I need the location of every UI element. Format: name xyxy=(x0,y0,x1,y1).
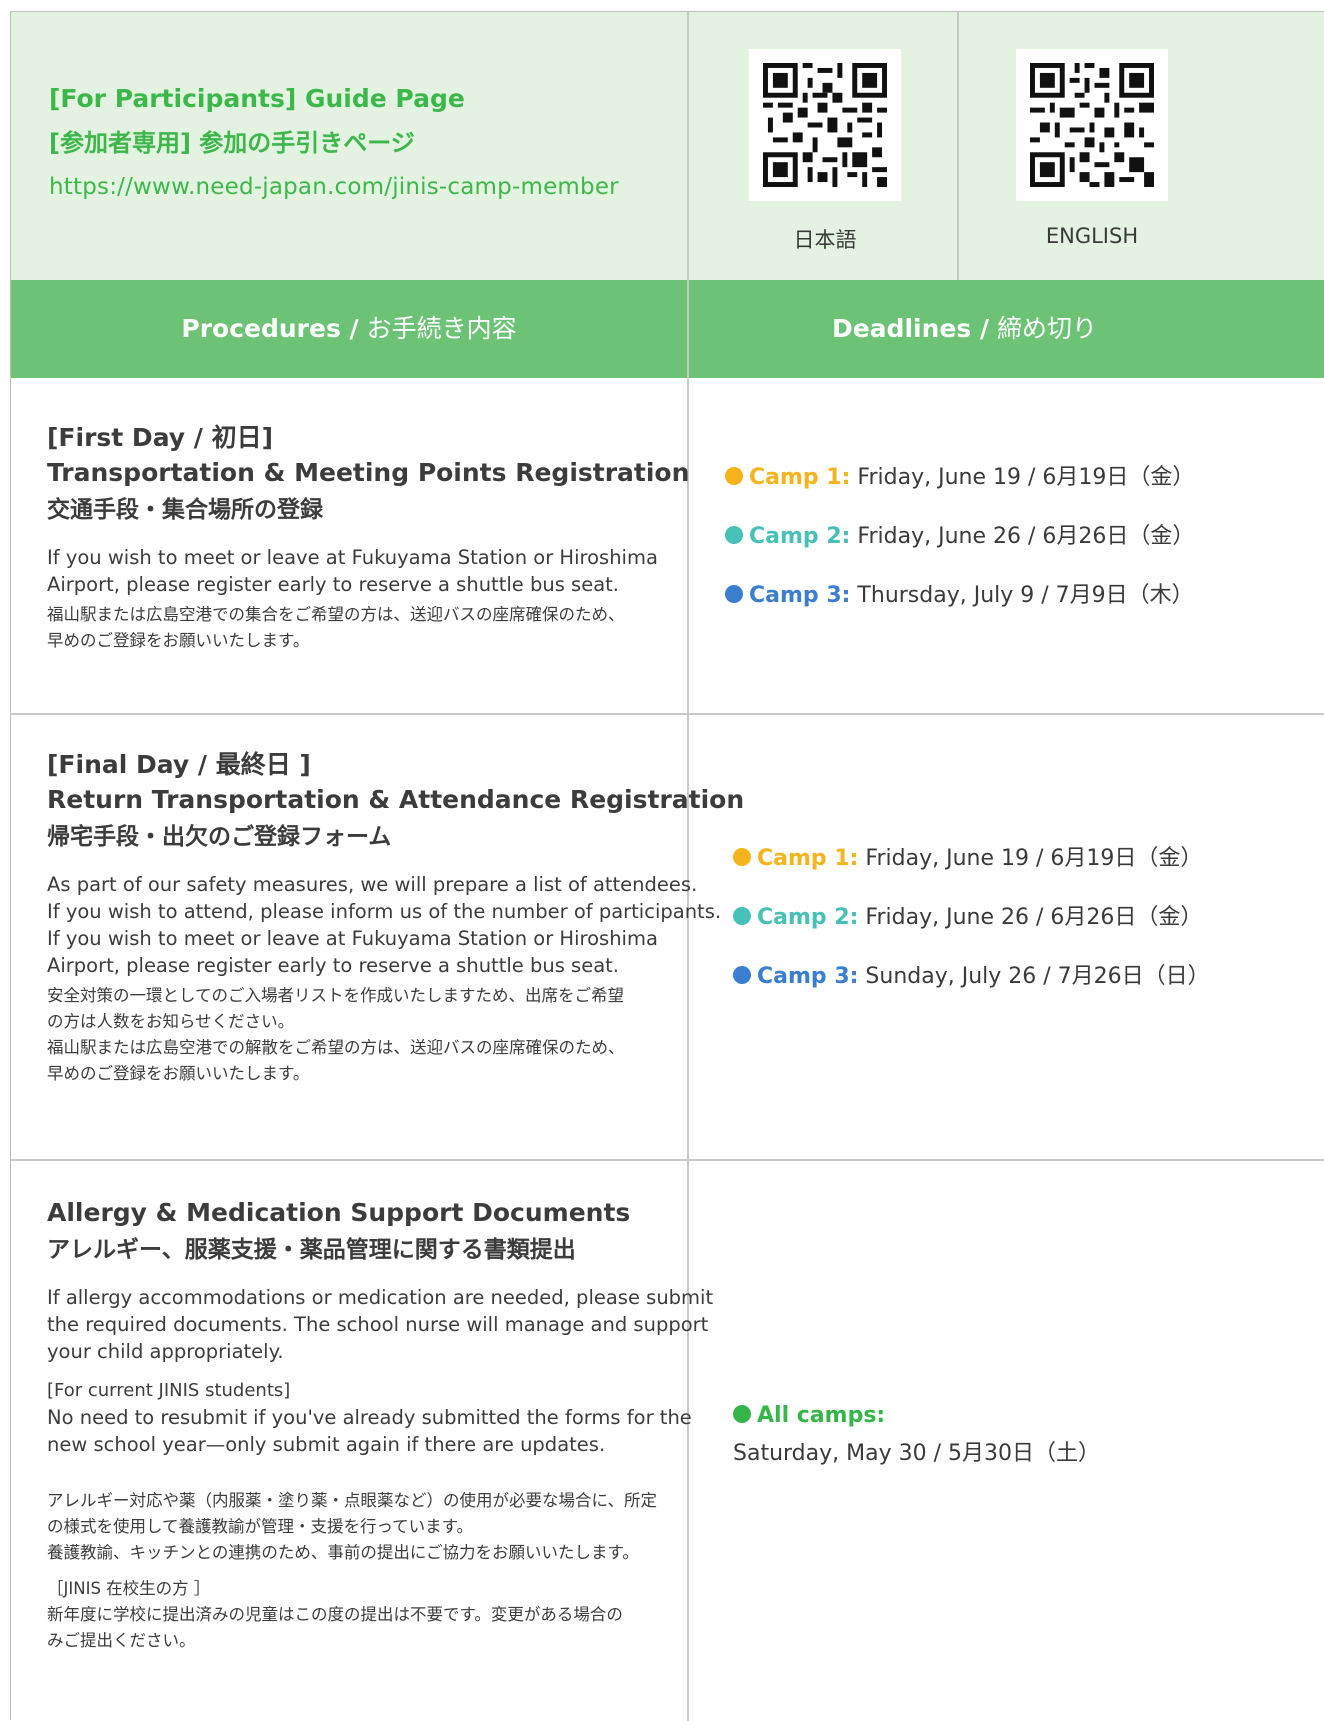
procedures-header: Procedures / お手続き内容 xyxy=(11,280,687,378)
deadlines-header: Deadlines / 締め切り xyxy=(687,280,1242,378)
camp-label: Camp 3: xyxy=(757,964,859,989)
row-text-ja: の様式を使用して養護教諭が管理・支援を行っています。 xyxy=(47,1517,474,1536)
deadline-camp-1: Camp 1: Friday, June 19 / 6月19日（金） xyxy=(733,844,1210,874)
camp-2-dot-icon xyxy=(733,907,751,925)
procedures-header-ja: お手続き内容 xyxy=(358,314,517,343)
guide-header: [For Participants] Guide Page [参加者専用] 参加… xyxy=(11,12,1324,280)
procedure-final-day: [Final Day / 最終日 ] Return Transportation… xyxy=(47,747,745,1087)
guide-title-en: [For Participants] Guide Page xyxy=(49,84,465,113)
table-header: Procedures / お手続き内容 Deadlines / 締め切り xyxy=(11,280,1324,378)
row-text-ja: 早めのご登録をお願いいたします。 xyxy=(47,631,310,650)
row-title-ja: アレルギー、服薬支援・薬品管理に関する書類提出 xyxy=(47,1237,576,1263)
row-text-en: [For current JINIS students] xyxy=(47,1380,291,1401)
qr-label-japanese: 日本語 xyxy=(793,228,857,252)
row-text-en: Airport, please register early to reserv… xyxy=(47,573,620,596)
row-text-en: Airport, please register early to reserv… xyxy=(47,954,620,977)
row-text-ja: アレルギー対応や薬（内服薬・塗り薬・点眼薬など）の使用が必要な場合に、所定 xyxy=(47,1491,658,1510)
row-title-ja: 交通手段・集合場所の登録 xyxy=(47,497,323,523)
row-divider xyxy=(11,1159,1324,1161)
row-text-en: If you wish to meet or leave at Fukuyama… xyxy=(47,546,658,569)
row-title-en: Allergy & Medication Support Documents xyxy=(47,1198,631,1227)
camp-3-dot-icon xyxy=(733,966,751,984)
camp-1-dot-icon xyxy=(725,467,743,485)
row-text-en: new school year—only submit again if the… xyxy=(47,1433,606,1456)
deadline-date: Friday, June 19 / 6月19日（金） xyxy=(850,465,1195,490)
row-text-ja: みご提出ください。 xyxy=(47,1631,196,1650)
camp-2-dot-icon xyxy=(725,526,743,544)
deadlines-header-ja: 締め切り xyxy=(989,314,1098,343)
row-text-ja: 安全対策の一環としてのご入場者リストを作成いたしますため、出席をご希望 xyxy=(47,986,625,1005)
deadline-date: Friday, June 26 / 6月26日（金） xyxy=(858,905,1203,930)
deadline-camp-2: Camp 2: Friday, June 26 / 6月26日（金） xyxy=(733,903,1210,933)
deadline-camp-3: Camp 3: Sunday, July 26 / 7月26日（日） xyxy=(733,962,1210,992)
row-text-en: the required documents. The school nurse… xyxy=(47,1313,709,1336)
procedures-header-en: Procedures / xyxy=(181,314,359,343)
guide-url-link[interactable]: https://www.need-japan.com/jinis-camp-me… xyxy=(49,170,619,204)
camp-label: Camp 2: xyxy=(749,524,851,549)
camp-3-dot-icon xyxy=(725,585,743,603)
guide-title-ja: [参加者専用] 参加の手引きページ xyxy=(49,129,415,157)
deadline-date: Friday, June 26 / 6月26日（金） xyxy=(850,524,1195,549)
deadline-camp-1: Camp 1: Friday, June 19 / 6月19日（金） xyxy=(725,463,1194,493)
row-text-en: No need to resubmit if you've already su… xyxy=(47,1406,692,1429)
qr-code-english[interactable] xyxy=(1016,49,1168,201)
row-text-ja: 早めのご登録をお願いいたします。 xyxy=(47,1064,310,1083)
deadline-all-camps: All camps: xyxy=(733,1401,1100,1431)
camp-label: Camp 3: xyxy=(749,583,851,608)
camp-label: Camp 1: xyxy=(749,465,851,490)
row-text-ja: 新年度に学校に提出済みの児童はこの度の提出は不要です。変更がある場合の xyxy=(47,1605,623,1624)
camp-1-dot-icon xyxy=(733,848,751,866)
row-tag: [First Day / 初日] xyxy=(47,423,274,452)
all-camps-dot-icon xyxy=(733,1405,751,1423)
row-text-ja: ［JINIS 在校生の方 ］ xyxy=(47,1579,211,1598)
row-text-ja: の方は人数をお知らせください。 xyxy=(47,1012,295,1031)
procedure-allergy: Allergy & Medication Support Documents ア… xyxy=(47,1195,737,1654)
row-text-en: As part of our safety measures, we will … xyxy=(47,873,698,896)
deadline-date: Sunday, July 26 / 7月26日（日） xyxy=(858,964,1210,989)
row-text-ja: 養護教諭、キッチンとの連携のため、事前の提出にご協力をお願いいたします。 xyxy=(47,1543,639,1562)
qr-label-english: ENGLISH xyxy=(1045,224,1139,248)
row-text-en: If you wish to attend, please inform us … xyxy=(47,900,722,923)
deadline-date: Friday, June 19 / 6月19日（金） xyxy=(858,846,1203,871)
row-text-en: your child appropriately. xyxy=(47,1340,284,1363)
guide-text: [For Participants] Guide Page [参加者専用] 参加… xyxy=(49,82,619,204)
deadline-camp-3: Camp 3: Thursday, July 9 / 7月9日（木） xyxy=(725,581,1194,611)
camp-label: Camp 2: xyxy=(757,905,859,930)
row-title-en: Transportation & Meeting Points Registra… xyxy=(47,458,690,487)
deadline-date: Saturday, May 30 / 5月30日（土） xyxy=(733,1441,1100,1466)
row-text-ja: 福山駅または広島空港での集合をご希望の方は、送迎バスの座席確保のため、 xyxy=(47,605,625,624)
qr-code-icon xyxy=(763,63,887,187)
row-title-en: Return Transportation & Attendance Regis… xyxy=(47,785,745,814)
qr-divider xyxy=(957,12,959,280)
row-divider xyxy=(11,713,1324,715)
row-text-ja: 福山駅または広島空港での解散をご希望の方は、送迎バスの座席確保のため、 xyxy=(47,1038,625,1057)
deadlines-first-day: Camp 1: Friday, June 19 / 6月19日（金） Camp … xyxy=(725,463,1194,611)
qr-code-icon xyxy=(1030,63,1154,187)
deadline-date: Thursday, July 9 / 7月9日（木） xyxy=(850,583,1194,608)
qr-code-japanese[interactable] xyxy=(749,49,901,201)
row-title-ja: 帰宅手段・出欠のご登録フォーム xyxy=(47,824,392,850)
row-text-en: If allergy accommodations or medication … xyxy=(47,1286,714,1309)
procedure-first-day: [First Day / 初日] Transportation & Meetin… xyxy=(47,420,737,654)
camp-label: Camp 1: xyxy=(757,846,859,871)
camp-label: All camps: xyxy=(757,1403,886,1428)
deadline-camp-2: Camp 2: Friday, June 26 / 6月26日（金） xyxy=(725,522,1194,552)
deadlines-final-day: Camp 1: Friday, June 19 / 6月19日（金） Camp … xyxy=(733,844,1210,992)
guide-sheet: [For Participants] Guide Page [参加者専用] 参加… xyxy=(10,11,1324,1721)
row-tag: [Final Day / 最終日 ] xyxy=(47,750,311,779)
deadlines-allergy: All camps: Saturday, May 30 / 5月30日（土） xyxy=(733,1401,1100,1469)
deadlines-header-en: Deadlines / xyxy=(831,314,990,343)
row-text-en: If you wish to meet or leave at Fukuyama… xyxy=(47,927,658,950)
